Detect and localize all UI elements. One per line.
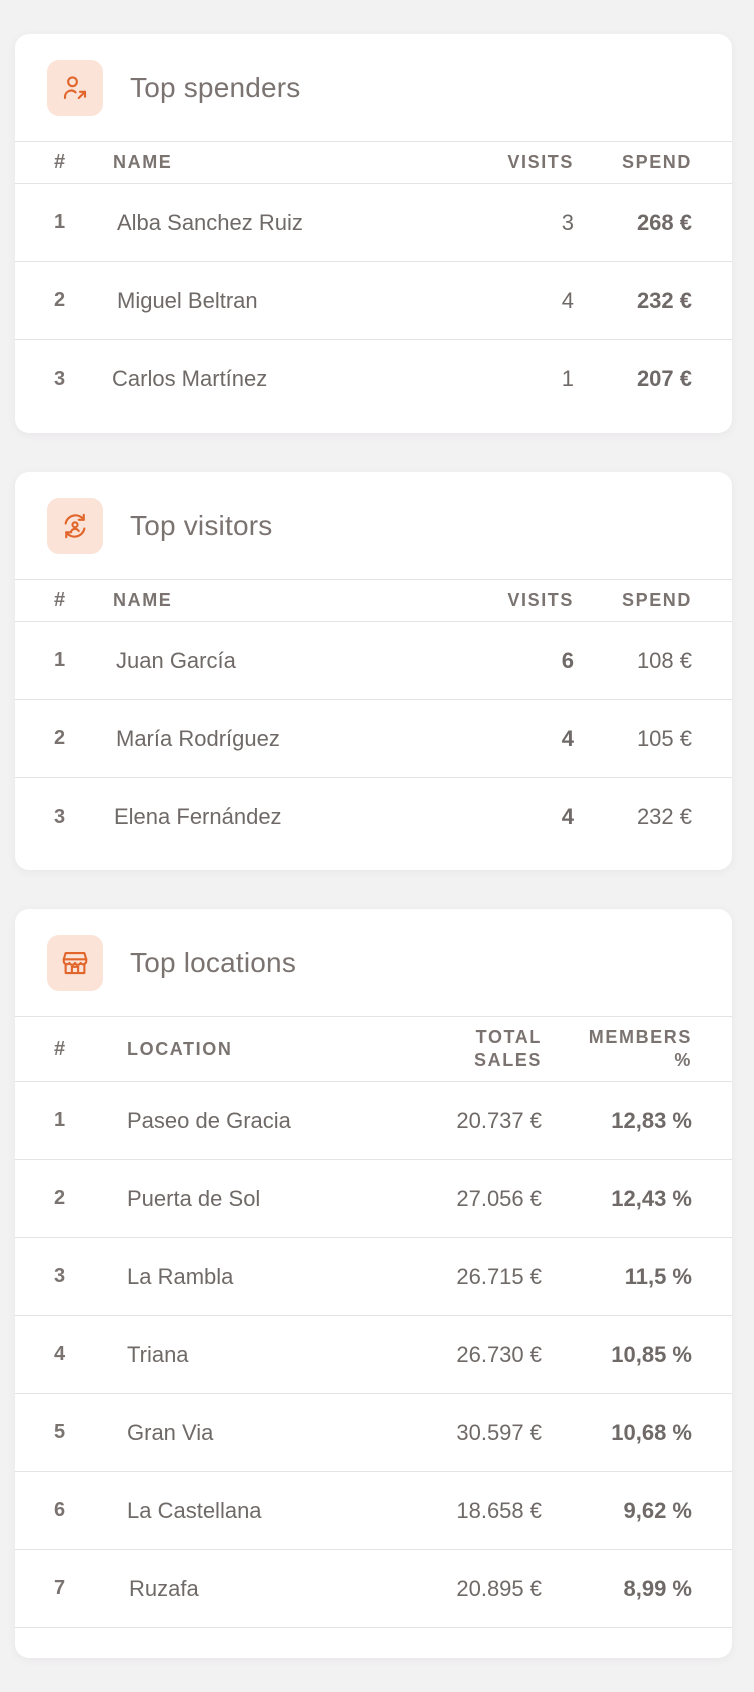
row-location: Gran Via [127, 1419, 214, 1445]
table-row[interactable]: 5 Gran Via 30.597 € 10,68 % [15, 1394, 732, 1472]
table-row[interactable]: 4 Triana 26.730 € 10,85 % [15, 1316, 732, 1394]
row-spend: 207 € [636, 366, 692, 391]
row-name: Carlos Martínez [112, 366, 268, 391]
table-row[interactable]: 6 La Castellana 18.658 € 9,62 % [15, 1472, 732, 1550]
row-members-percent: 10,68 % [611, 1419, 692, 1445]
row-name: Juan García [116, 647, 236, 673]
top-locations-header: Top locations [15, 909, 732, 1017]
row-index: 4 [54, 1343, 66, 1365]
col-header-index: # [54, 151, 67, 173]
top-spenders-card: Top spenders # NAME VISITS SPEND 1 Alba … [15, 34, 732, 433]
card-title: Top visitors [130, 509, 273, 541]
col-header-name: NAME [113, 590, 173, 610]
col-header-spend[interactable]: SPEND [574, 152, 732, 173]
row-members-percent: 12,43 % [611, 1185, 692, 1211]
row-members-percent: 11,5 % [624, 1263, 692, 1289]
row-name: Miguel Beltran [117, 287, 258, 313]
row-total-sales: 20.895 € [456, 1575, 542, 1601]
table-body: 1 Juan García 6 108 € 2 María Rodríguez … [15, 622, 732, 856]
col-header-total-sales[interactable]: TOTAL SALES [362, 1026, 542, 1073]
table-row[interactable]: 2 Puerta de Sol 27.056 € 12,43 % [15, 1160, 732, 1238]
col-header-total-sales-line1: TOTAL [475, 1026, 542, 1047]
row-location: Ruzafa [129, 1575, 199, 1601]
row-index: 1 [54, 649, 66, 671]
col-header-visits[interactable]: VISITS [444, 590, 574, 611]
row-index: 7 [54, 1577, 66, 1599]
row-visits: 4 [561, 287, 574, 313]
table-row[interactable]: 3 La Rambla 26.715 € 11,5 % [15, 1238, 732, 1316]
table-row[interactable]: 2 María Rodríguez 4 105 € [15, 700, 732, 778]
row-name: Elena Fernández [114, 804, 282, 829]
top-visitors-card: Top visitors # NAME VISITS SPEND 1 Juan … [15, 472, 732, 870]
user-arrow-icon [47, 59, 103, 116]
table-row[interactable]: 1 Juan García 6 108 € [15, 622, 732, 700]
row-spend: 268 € [636, 209, 692, 235]
table-body: 1 Alba Sanchez Ruiz 3 268 € 2 Miguel Bel… [15, 184, 732, 418]
row-members-percent: 12,83 % [611, 1107, 692, 1133]
row-members-percent: 8,99 % [623, 1575, 693, 1601]
row-spend: 105 € [636, 725, 692, 751]
refresh-user-icon [47, 497, 103, 554]
col-header-visits[interactable]: VISITS [444, 152, 574, 173]
table-row[interactable]: 1 Paseo de Gracia 20.737 € 12,83 % [15, 1082, 732, 1160]
row-name: Alba Sanchez Ruiz [117, 209, 303, 235]
row-spend: 232 € [636, 287, 692, 313]
card-title: Top locations [130, 946, 297, 978]
table-body: 1 Paseo de Gracia 20.737 € 12,83 % 2 Pue… [15, 1082, 732, 1628]
table-header: # NAME VISITS SPEND [15, 142, 732, 184]
row-index: 3 [54, 1265, 66, 1287]
top-visitors-header: Top visitors [15, 472, 732, 580]
row-index: 6 [54, 1499, 66, 1521]
top-spenders-header: Top spenders [15, 34, 732, 142]
card-title: Top spenders [130, 71, 301, 103]
col-header-index: # [54, 589, 67, 611]
row-members-percent: 9,62 % [623, 1497, 693, 1523]
row-visits: 4 [561, 804, 574, 829]
col-header-name: NAME [113, 152, 173, 172]
col-header-total-sales-line2: SALES [473, 1050, 542, 1070]
col-header-location: LOCATION [127, 1038, 233, 1059]
store-icon [47, 934, 103, 991]
row-total-sales: 27.056 € [456, 1185, 542, 1211]
row-visits: 6 [561, 647, 574, 673]
col-header-spend[interactable]: SPEND [574, 590, 732, 611]
col-header-members-line1: MEMBERS [588, 1026, 692, 1047]
col-header-members[interactable]: MEMBERS % [542, 1026, 732, 1073]
row-location: Triana [127, 1341, 189, 1367]
table-header: # NAME VISITS SPEND [15, 580, 732, 622]
row-members-percent: 10,85 % [611, 1341, 692, 1367]
table-row[interactable]: 2 Miguel Beltran 4 232 € [15, 262, 732, 340]
row-total-sales: 26.715 € [456, 1263, 542, 1289]
row-index: 3 [54, 367, 66, 390]
row-total-sales: 30.597 € [456, 1419, 542, 1445]
row-spend: 232 € [636, 804, 692, 829]
row-total-sales: 20.737 € [456, 1107, 542, 1133]
table-row[interactable]: 3 Elena Fernández 4 232 € [15, 778, 732, 856]
row-visits: 4 [561, 725, 574, 751]
row-name: María Rodríguez [116, 725, 280, 751]
row-index: 1 [54, 211, 66, 233]
row-location: Puerta de Sol [127, 1185, 261, 1211]
col-header-index: # [54, 1037, 67, 1060]
row-index: 1 [54, 1109, 66, 1131]
row-index: 5 [54, 1421, 66, 1443]
row-location: La Castellana [127, 1497, 262, 1523]
table-row[interactable]: 3 Carlos Martínez 1 207 € [15, 340, 732, 418]
row-total-sales: 26.730 € [456, 1341, 542, 1367]
row-index: 3 [54, 805, 66, 828]
row-visits: 1 [561, 366, 574, 391]
top-locations-card: Top locations # LOCATION TOTAL SALES MEM… [15, 909, 732, 1658]
row-index: 2 [54, 289, 66, 311]
table-row[interactable]: 1 Alba Sanchez Ruiz 3 268 € [15, 184, 732, 262]
row-visits: 3 [561, 209, 574, 235]
table-header: # LOCATION TOTAL SALES MEMBERS % [15, 1017, 732, 1082]
row-spend: 108 € [636, 647, 692, 673]
row-location: La Rambla [127, 1263, 234, 1289]
table-row[interactable]: 7 Ruzafa 20.895 € 8,99 % [15, 1550, 732, 1628]
row-index: 2 [54, 1187, 66, 1209]
row-location: Paseo de Gracia [127, 1107, 291, 1133]
col-header-members-line2: % [674, 1050, 692, 1070]
row-index: 2 [54, 727, 66, 749]
row-total-sales: 18.658 € [456, 1497, 542, 1523]
